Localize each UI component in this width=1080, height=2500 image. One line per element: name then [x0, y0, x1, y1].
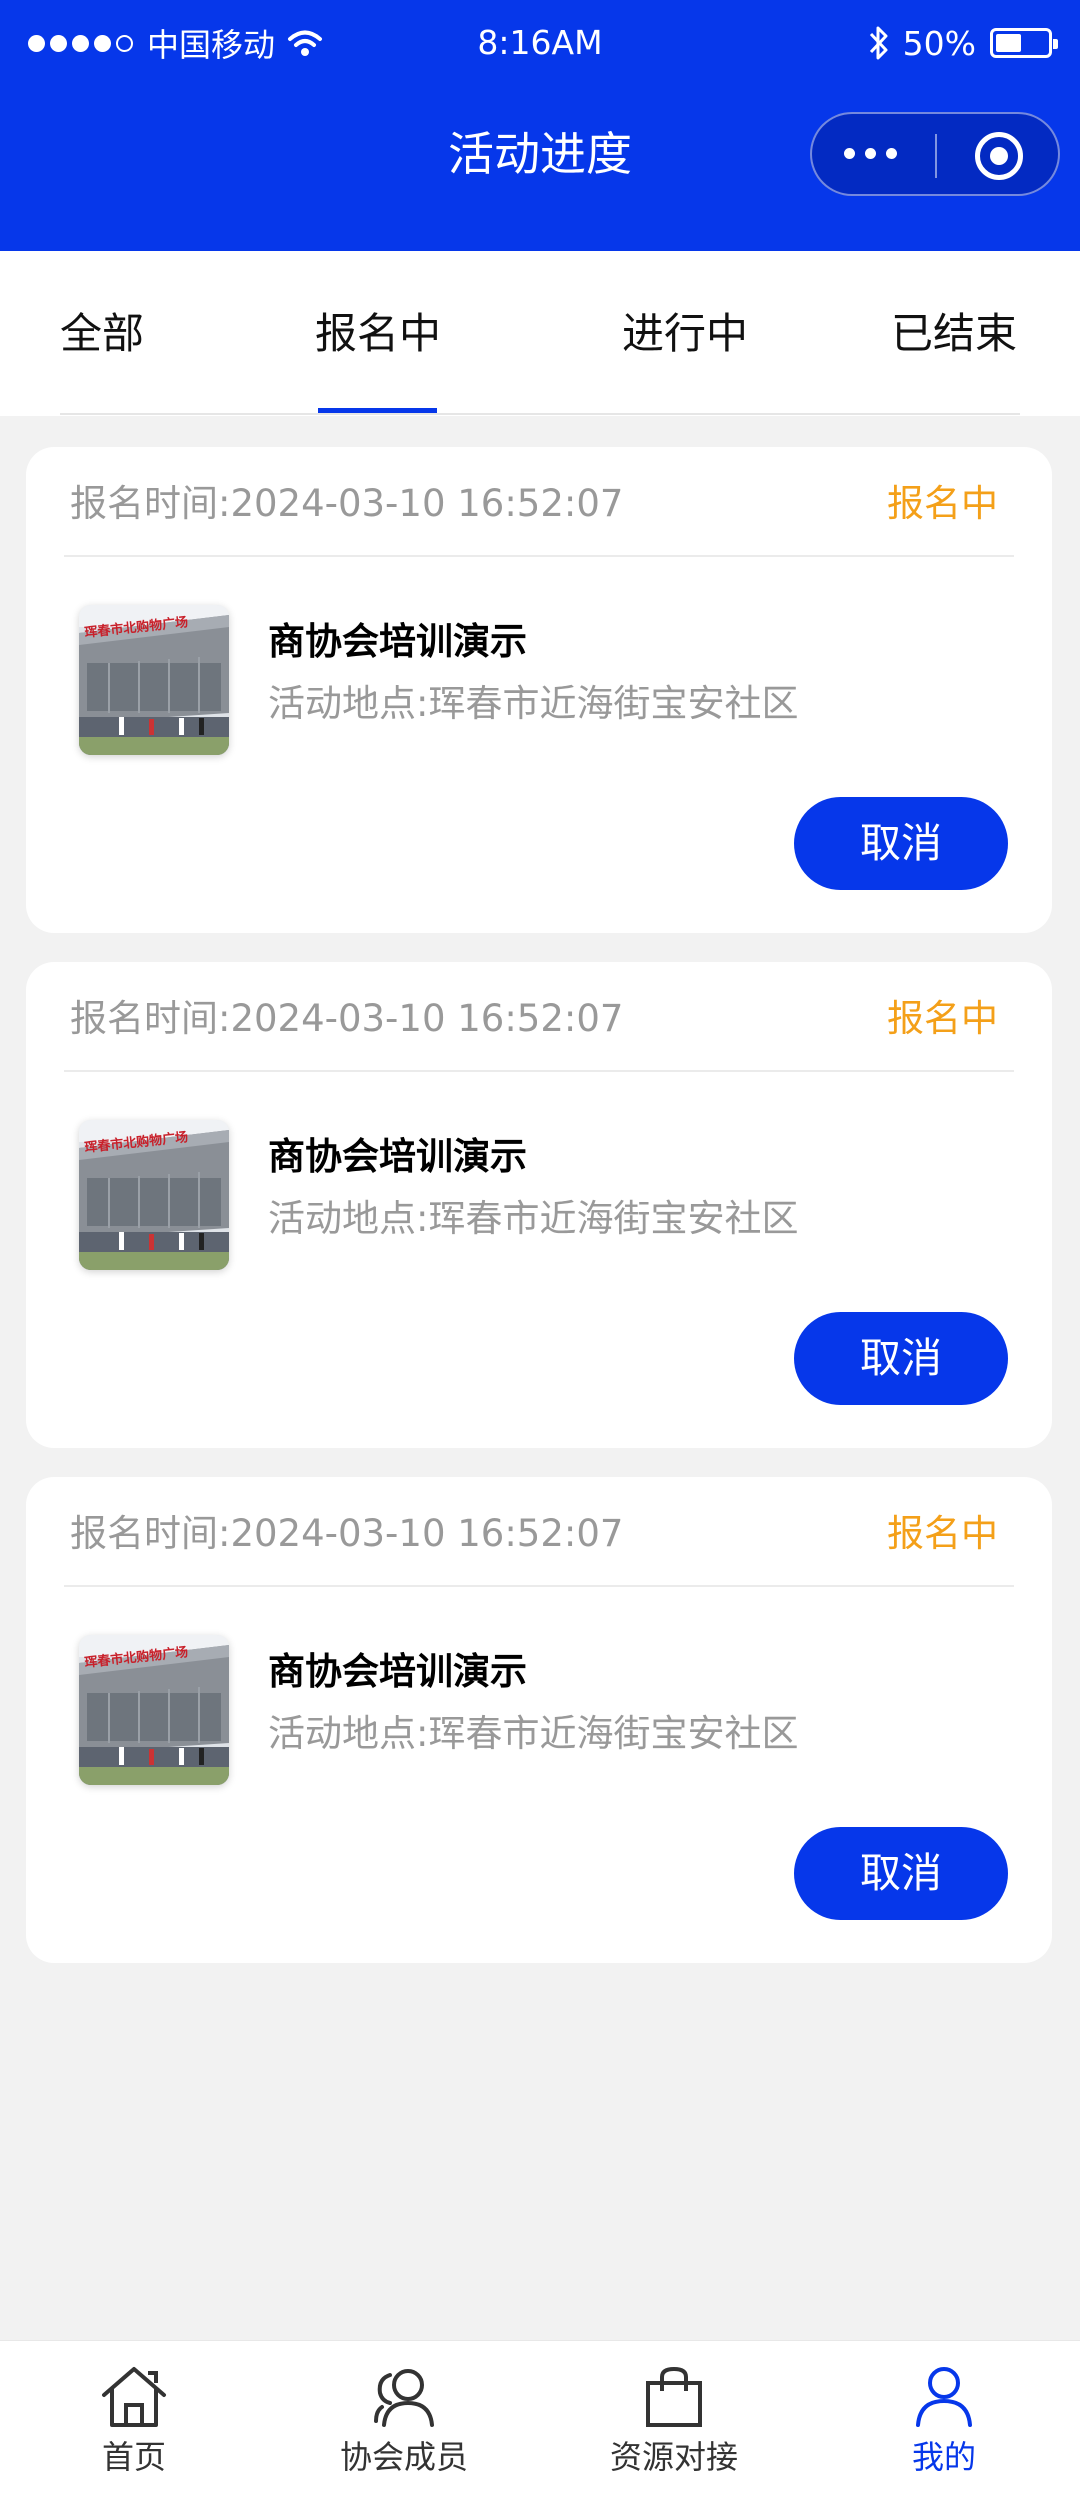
status-badge: 报名中 [887, 1512, 998, 1555]
shopping-bag-icon [646, 2366, 702, 2427]
activity-card[interactable]: 报名时间:2024-03-10 16:52:07 报名中 珲春市北购物广场 商协… [26, 962, 1052, 1448]
tab-all[interactable]: 全部 [60, 306, 144, 362]
tab-in-progress[interactable]: 进行中 [622, 306, 748, 362]
bottom-tab-resources[interactable]: 资源对接 [584, 2363, 764, 2479]
signup-time: 报名时间:2024-03-10 16:52:07 [70, 482, 624, 525]
mini-program-capsule [810, 112, 1060, 196]
close-target-icon[interactable] [975, 132, 1023, 180]
signup-time: 报名时间:2024-03-10 16:52:07 [70, 997, 624, 1040]
status-badge: 报名中 [887, 482, 998, 525]
battery-percent: 50% [902, 23, 976, 63]
activity-card[interactable]: 报名时间:2024-03-10 16:52:07 报名中 珲春市北购物广场 商协… [26, 1477, 1052, 1963]
activity-thumbnail[interactable]: 珲春市北购物广场 [79, 605, 229, 755]
bottom-tab-label: 我的 [911, 2438, 976, 2476]
cancel-button[interactable]: 取消 [794, 1312, 1008, 1405]
activity-title: 商协会培训演示 [268, 1135, 527, 1178]
bottom-tab-bar: 首页 协会成员 资源对接 我的 [0, 2340, 1080, 2500]
bottom-tab-label: 资源对接 [609, 2438, 738, 2476]
activity-title: 商协会培训演示 [268, 1650, 527, 1693]
capsule-divider [935, 134, 937, 178]
activity-thumbnail[interactable]: 珲春市北购物广场 [79, 1120, 229, 1270]
home-icon [102, 2367, 166, 2427]
card-divider [64, 555, 1014, 557]
bottom-tab-mine[interactable]: 我的 [854, 2363, 1034, 2479]
bottom-tab-label: 首页 [101, 2438, 166, 2476]
bottom-tab-home[interactable]: 首页 [44, 2363, 224, 2479]
profile-icon [916, 2367, 972, 2427]
activity-title: 商协会培训演示 [268, 620, 527, 663]
cancel-button[interactable]: 取消 [794, 797, 1008, 890]
bottom-tab-label: 协会成员 [339, 2438, 468, 2476]
bluetooth-icon [869, 26, 888, 60]
activity-thumbnail[interactable]: 珲春市北购物广场 [79, 1635, 229, 1785]
status-bar: 中国移动 8:16AM 50% [0, 0, 1080, 86]
tab-ended[interactable]: 已结束 [891, 306, 1017, 362]
status-tabs: 全部 报名中 进行中 已结束 [0, 251, 1080, 416]
activity-address: 活动地点:珲春市近海街宝安社区 [268, 1712, 799, 1755]
card-divider [64, 1070, 1014, 1072]
bottom-tab-members[interactable]: 协会成员 [314, 2363, 494, 2479]
tab-registering[interactable]: 报名中 [315, 306, 441, 362]
more-icon[interactable] [844, 148, 897, 159]
app-header: 中国移动 8:16AM 50% 活动进度 [0, 0, 1080, 251]
status-right: 50% [867, 20, 1058, 66]
activity-card[interactable]: 报名时间:2024-03-10 16:52:07 报名中 珲春市北购物广场 商协… [26, 447, 1052, 933]
members-icon [374, 2369, 434, 2427]
card-divider [64, 1585, 1014, 1587]
activity-address: 活动地点:珲春市近海街宝安社区 [268, 682, 799, 725]
tabs-divider [60, 413, 1020, 415]
activity-address: 活动地点:珲春市近海街宝安社区 [268, 1197, 799, 1240]
battery-icon [990, 28, 1058, 58]
status-badge: 报名中 [887, 997, 998, 1040]
cancel-button[interactable]: 取消 [794, 1827, 1008, 1920]
signup-time: 报名时间:2024-03-10 16:52:07 [70, 1512, 624, 1555]
